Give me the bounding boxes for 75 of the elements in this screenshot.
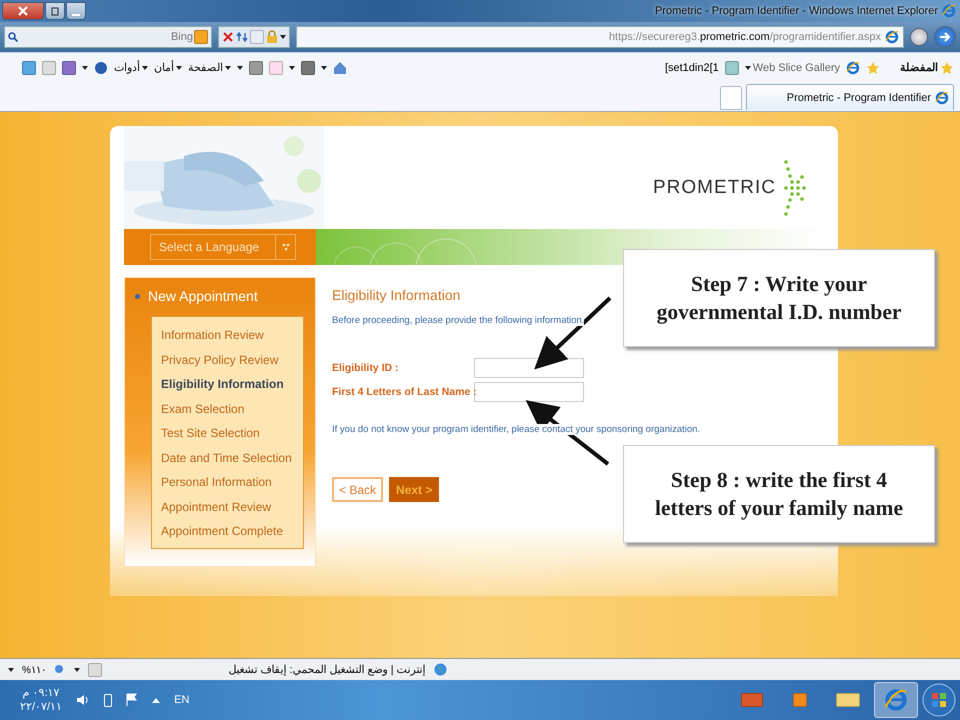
- forward-button[interactable]: [934, 26, 956, 48]
- caret-icon[interactable]: [289, 66, 295, 70]
- refresh-icon[interactable]: [236, 31, 248, 43]
- help-icon[interactable]: [94, 60, 108, 74]
- sidebar-title: New Appointment: [148, 288, 258, 304]
- close-icon: [18, 6, 28, 16]
- menu-item[interactable]: أمان: [154, 61, 182, 74]
- search-field[interactable]: Bing: [4, 26, 212, 48]
- restore-icon: [51, 6, 59, 16]
- step-item[interactable]: Privacy Policy Review: [161, 348, 303, 372]
- globe-icon: [434, 663, 447, 676]
- back-button[interactable]: [910, 28, 928, 46]
- browser-taskbar-button[interactable]: [874, 682, 918, 718]
- form-title: Eligibility Information: [332, 287, 462, 303]
- feed-link[interactable]: [set1din2[1: [664, 62, 719, 74]
- input-field[interactable]: [474, 358, 584, 378]
- web-slice-gallery-link[interactable]: Web Slice Gallery: [744, 62, 840, 74]
- ie-icon: [846, 60, 860, 74]
- bing-logo-icon: [194, 30, 208, 44]
- dots-icon: [282, 243, 290, 251]
- caret-icon[interactable]: [280, 35, 286, 39]
- restore-button[interactable]: [45, 2, 65, 20]
- caret-icon[interactable]: [74, 668, 80, 672]
- caret-icon[interactable]: [8, 668, 14, 672]
- search-provider: Bing: [170, 31, 193, 43]
- favorites-button[interactable]: المفضلة: [900, 60, 954, 74]
- bullet-icon: [135, 294, 140, 298]
- step-item[interactable]: Personal Information: [161, 470, 303, 494]
- stop-icon[interactable]: [222, 31, 234, 43]
- step-item[interactable]: Eligibility Information: [161, 372, 303, 396]
- minimize-icon: [72, 14, 80, 16]
- flag-icon[interactable]: [126, 693, 138, 707]
- caret-icon[interactable]: [237, 66, 243, 70]
- search-icon: [8, 32, 18, 42]
- zoom-level[interactable]: %١١٠: [22, 664, 46, 676]
- menu-item[interactable]: أدوات: [114, 61, 148, 74]
- home-icon[interactable]: [333, 60, 347, 74]
- step-item[interactable]: Exam Selection: [161, 396, 303, 421]
- intro-text: Before proceeding, please provide the following information.: [332, 315, 584, 326]
- caret-icon[interactable]: [82, 66, 88, 70]
- logo-text: PROMETRIC: [653, 176, 776, 198]
- window-title: Prometric - Program Identifier - Windows Internet Explorer: [654, 5, 938, 17]
- step-item[interactable]: Date and Time Selection: [161, 446, 303, 470]
- address-field[interactable]: https://securereg3.prometric.com/programidentifier.aspx: [296, 26, 904, 48]
- step-item[interactable]: Test Site Selection: [161, 421, 303, 446]
- language-select[interactable]: Select a Language: [150, 234, 296, 260]
- callout-box: Step 8 : write the first 4 letters of your family name: [623, 445, 935, 543]
- step-item[interactable]: Appointment Complete: [161, 519, 303, 544]
- tray-arrow-icon[interactable]: [152, 697, 160, 703]
- input-field[interactable]: [474, 382, 584, 402]
- minimize-button[interactable]: [66, 2, 86, 20]
- step-item[interactable]: Appointment Review: [161, 494, 303, 519]
- caret-icon[interactable]: [321, 66, 327, 70]
- step-item[interactable]: Information Review: [161, 323, 303, 348]
- ie-icon: [935, 90, 949, 104]
- speaker-icon[interactable]: [76, 693, 90, 707]
- battery-icon[interactable]: [104, 693, 112, 707]
- clock[interactable]: ٠٩:١٧ م ٢٢/٠٧/١١: [20, 686, 62, 714]
- menu-item[interactable]: الصفحة: [188, 61, 231, 74]
- ie-icon: [884, 688, 908, 712]
- star-icon: [940, 60, 954, 74]
- help-text: If you do not know your program identifier, please contact your sponsoring organization.: [332, 424, 700, 435]
- arrow-icon: [939, 32, 951, 42]
- start-button[interactable]: [922, 683, 956, 717]
- next-button[interactable]: Next >: [389, 477, 440, 502]
- language-indicator[interactable]: EN: [174, 694, 190, 706]
- callout-box: Step 7 : Write your governmental I.D. number: [623, 249, 935, 347]
- close-button[interactable]: [2, 2, 44, 20]
- browser-tab[interactable]: Prometric - Program Identifier: [746, 84, 954, 110]
- back-button[interactable]: < Back: [332, 477, 384, 502]
- ie-icon: [942, 4, 956, 18]
- zoom-icon[interactable]: [54, 664, 66, 676]
- field-label: First 4 Letters of Last Name :: [332, 386, 474, 398]
- status-text: إنترنت | وضع التشغيل المحمي: إيقاف تشغيل: [228, 663, 426, 676]
- ie-icon: [885, 30, 899, 44]
